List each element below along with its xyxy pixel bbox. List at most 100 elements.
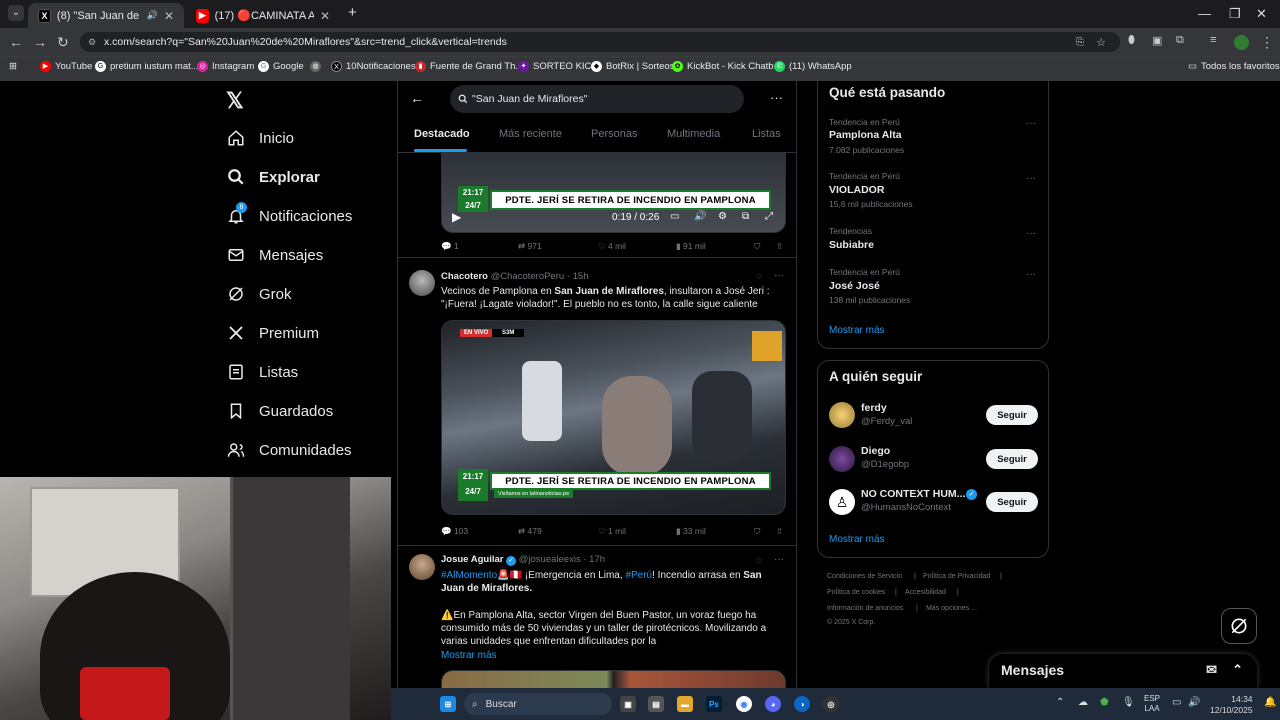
more-options-icon[interactable]: ··· bbox=[1026, 173, 1036, 184]
pip-icon[interactable]: ⧉ bbox=[742, 211, 749, 222]
views-button[interactable]: ▮ 91 mil bbox=[676, 241, 706, 252]
tweet-images[interactable] bbox=[441, 670, 786, 688]
footer-link[interactable]: Condiciones de Servicio bbox=[827, 573, 902, 580]
tray-chevron-icon[interactable]: ⌃ bbox=[1056, 697, 1064, 708]
hashtag-link[interactable]: #Perú bbox=[625, 570, 652, 581]
chrome-icon[interactable]: ◉ bbox=[736, 696, 752, 712]
author-handle[interactable]: @josuealeexis bbox=[519, 554, 581, 565]
search-input[interactable]: "San Juan de Miraflores" bbox=[450, 85, 744, 113]
footer-link[interactable]: Política de Privacidad bbox=[923, 573, 990, 580]
grok-floating-button[interactable] bbox=[1221, 608, 1257, 644]
tab-youtube[interactable]: ▶ (17) 🔴CAMINATA A PALACIO ✕ bbox=[186, 3, 340, 28]
tweet-age[interactable]: 15h bbox=[573, 271, 589, 282]
bookmark-google[interactable]: G Google bbox=[258, 61, 304, 72]
author-handle[interactable]: @ChacoteroPeru bbox=[491, 271, 565, 282]
menu-icon[interactable]: ⋮ bbox=[1260, 34, 1274, 51]
restore-icon[interactable]: ❐ bbox=[1229, 6, 1241, 22]
hashtag-link[interactable]: #AlMomento bbox=[441, 570, 497, 581]
new-message-icon[interactable]: ✉ bbox=[1206, 662, 1217, 678]
bookmark-whatsapp[interactable]: ✆ (11) WhatsApp bbox=[774, 61, 852, 72]
tab-multimedia[interactable]: Multimedia bbox=[667, 128, 720, 140]
mic-icon[interactable]: 🎙 bbox=[1122, 697, 1135, 708]
messages-drawer[interactable]: Mensajes ✉ ⌃ bbox=[989, 654, 1257, 688]
extension-icon[interactable]: ▣ bbox=[1152, 34, 1162, 47]
tab-listas[interactable]: Listas bbox=[752, 128, 781, 140]
tweet-video[interactable]: 21:17 24/7 PDTE. JERÍ SE RETIRA DE INCEND… bbox=[441, 153, 786, 233]
follow-button[interactable]: Seguir bbox=[986, 405, 1038, 425]
back-icon[interactable]: ← bbox=[9, 34, 23, 50]
tab-x-search[interactable]: X (8) "San Juan de Miraflores" 🔊 ✕ bbox=[28, 3, 184, 28]
avatar[interactable] bbox=[409, 554, 435, 580]
install-icon[interactable]: ⎘ bbox=[1076, 37, 1084, 48]
sidebar-item-guardados[interactable]: Guardados bbox=[227, 402, 333, 420]
windows-start-icon[interactable]: ⊞ bbox=[440, 696, 456, 712]
sidebar-item-listas[interactable]: Listas bbox=[227, 363, 298, 381]
sidebar-item-notificaciones[interactable]: 8 Notificaciones bbox=[227, 202, 352, 225]
more-options-icon[interactable]: ··· bbox=[1026, 118, 1036, 129]
more-options-icon[interactable]: ··· bbox=[770, 90, 783, 105]
like-button[interactable]: ♡ 4 mil bbox=[598, 241, 626, 252]
all-bookmarks[interactable]: ▭ Todos los favoritos bbox=[1188, 61, 1280, 72]
x-logo-icon[interactable]: 𝕏 bbox=[226, 88, 244, 114]
avatar[interactable] bbox=[829, 446, 855, 472]
clock[interactable]: 14:34 12/10/2025 bbox=[1210, 694, 1253, 716]
bookmark-kickbot[interactable]: ✿ KickBot - Kick Chatb... bbox=[672, 61, 782, 72]
views-button[interactable]: ▮ 33 mil bbox=[676, 526, 706, 537]
bookmark-instagram[interactable]: ◎ Instagram bbox=[197, 61, 254, 72]
bookmark-pretium[interactable]: Gpretium iustum mat... bbox=[95, 61, 199, 72]
bookmark-youtube[interactable]: ▶ YouTube bbox=[40, 61, 92, 72]
share-icon[interactable]: ⇧ bbox=[776, 241, 783, 252]
sidebar-item-explorar[interactable]: Explorar bbox=[227, 168, 320, 186]
more-options-icon[interactable]: ··· bbox=[1026, 269, 1036, 280]
footer-link[interactable]: Información de anuncios bbox=[827, 605, 903, 612]
tab-mas-reciente[interactable]: Más reciente bbox=[499, 128, 562, 140]
tab-search-button[interactable]: ⌄ bbox=[8, 5, 24, 21]
site-info-icon[interactable]: ⚙ bbox=[88, 37, 96, 48]
show-more-link[interactable]: Mostrar más bbox=[829, 534, 885, 545]
fullscreen-icon[interactable]: ⤢ bbox=[765, 211, 773, 222]
follow-button[interactable]: Seguir bbox=[986, 449, 1038, 469]
show-more-link[interactable]: Mostrar más bbox=[441, 649, 786, 662]
grok-icon[interactable]: ◌ bbox=[756, 271, 762, 282]
media-icon[interactable]: ≡ bbox=[1210, 34, 1216, 46]
more-options-icon[interactable]: ··· bbox=[1026, 228, 1036, 239]
close-icon[interactable]: ✕ bbox=[164, 9, 174, 23]
bookmark-sorteo-kick[interactable]: ✦ SORTEO KICK bbox=[518, 61, 598, 72]
new-tab-icon[interactable]: + bbox=[348, 4, 357, 21]
play-icon[interactable]: ▶ bbox=[452, 210, 461, 224]
settings-icon[interactable]: ⚙ bbox=[718, 211, 727, 222]
volume-icon[interactable]: 🔊 bbox=[1188, 697, 1200, 708]
app-icon[interactable]: ◑ bbox=[794, 696, 810, 712]
author-name[interactable]: Chacotero bbox=[441, 271, 488, 282]
file-explorer-icon[interactable]: ▬ bbox=[677, 696, 693, 712]
sidebar-item-mensajes[interactable]: Mensajes bbox=[227, 246, 323, 264]
apps-icon[interactable]: ⊞ bbox=[9, 61, 17, 72]
captions-icon[interactable]: ▭ bbox=[670, 211, 679, 222]
bookmark-botrix[interactable]: ◆ BotRix | Sorteos bbox=[591, 61, 674, 72]
sidebar-item-comunidades[interactable]: Comunidades bbox=[227, 441, 352, 459]
bookmark-fuente[interactable]: ▮ Fuente de Grand Th... bbox=[415, 61, 523, 72]
like-button[interactable]: ♡ 1 mil bbox=[598, 526, 626, 537]
volume-icon[interactable]: 🔊 bbox=[694, 211, 706, 222]
footer-link[interactable]: Accesibilidad bbox=[905, 589, 946, 596]
close-icon[interactable]: ✕ bbox=[320, 9, 330, 23]
bookmark-globe[interactable]: ◍ bbox=[310, 61, 321, 72]
bookmark-icon[interactable]: ⛉ bbox=[754, 241, 760, 252]
sidebar-item-premium[interactable]: Premium bbox=[227, 324, 319, 342]
author-name[interactable]: Josue Aguilar bbox=[441, 554, 503, 565]
close-window-icon[interactable]: ✕ bbox=[1256, 6, 1267, 22]
grok-icon[interactable]: ◌ bbox=[756, 555, 762, 566]
minimize-icon[interactable]: — bbox=[1198, 6, 1211, 21]
discord-icon[interactable]: ◕ bbox=[765, 696, 781, 712]
footer-link[interactable]: Más opciones ... bbox=[926, 605, 977, 612]
profile-avatar[interactable] bbox=[1234, 35, 1249, 50]
avatar[interactable]: ♙ bbox=[829, 489, 855, 515]
task-view-icon[interactable]: ▣ bbox=[620, 696, 636, 712]
cloud-icon[interactable]: ☁ bbox=[1078, 697, 1088, 708]
expand-icon[interactable]: ⌃ bbox=[1232, 662, 1243, 678]
bookmark-icon[interactable]: ⛉ bbox=[754, 526, 760, 537]
back-arrow-icon[interactable]: ← bbox=[410, 90, 424, 106]
footer-link[interactable]: Política de cookies bbox=[827, 589, 885, 596]
reload-icon[interactable]: ↻ bbox=[57, 34, 69, 51]
obs-icon[interactable]: ◎ bbox=[823, 696, 839, 712]
